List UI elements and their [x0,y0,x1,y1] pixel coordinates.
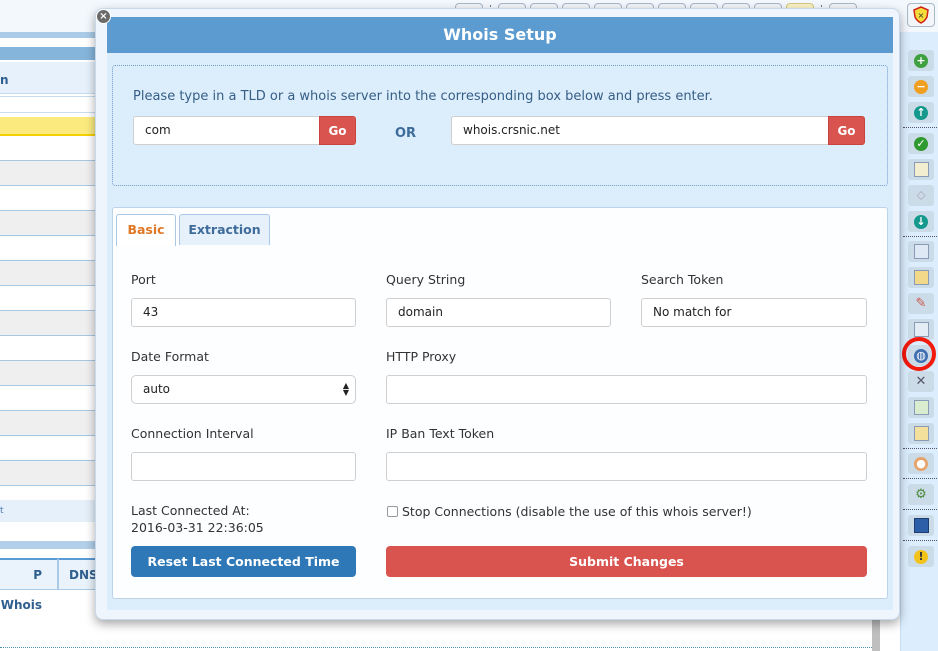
table-row[interactable] [0,386,106,411]
gear-check-icon[interactable]: ⚙ [908,484,934,505]
port-label: Port [131,272,156,287]
date-format-select[interactable]: auto ▲ ▼ [131,375,356,404]
table-row[interactable] [0,336,106,361]
sidebar-separator [903,540,937,541]
table-row[interactable] [0,117,106,136]
table-row[interactable] [0,161,106,186]
table-row[interactable] [0,436,106,461]
grid-footer: t [0,500,106,522]
screen: n › t P Whois DNS ☰ ▦ ▣ ◍ ▭ ⚲ ✎ ○ ▭ ▭ [0,0,938,651]
or-label: OR [395,126,417,141]
table-row[interactable] [0,286,106,311]
sidebar-separator [903,509,937,510]
warning-lock-icon[interactable]: ! [908,546,934,567]
http-proxy-label: HTTP Proxy [386,349,457,364]
table-row[interactable] [0,136,106,161]
annotation-circle [902,337,936,371]
up-icon[interactable]: ↑ [908,102,934,123]
tab-ip-whois[interactable]: P Whois [0,558,58,612]
sidebar-separator [903,236,937,237]
clipboard-check-icon[interactable] [908,423,934,444]
submit-changes-button[interactable]: Submit Changes [386,546,867,577]
svg-text:×: × [918,11,925,20]
reset-last-connected-button[interactable]: Reset Last Connected Time [131,546,356,577]
http-proxy-input[interactable] [386,375,867,404]
palette-icon[interactable]: ● [908,453,934,474]
date-format-label: Date Format [131,349,209,364]
whois-server-input[interactable]: whois.crsnic.net [451,116,831,145]
check-icon[interactable]: ✓ [908,133,934,154]
query-string-label: Query String [386,272,466,287]
table-row[interactable] [0,236,106,261]
add-table-icon[interactable] [908,241,934,262]
sidebar-separator [903,127,937,128]
connection-interval-label: Connection Interval [131,426,254,441]
table-row[interactable] [0,411,106,436]
shield-icon: × [913,6,929,24]
grid-rows [0,117,106,486]
search-token-label: Search Token [641,272,724,287]
close-icon[interactable]: × [96,9,111,24]
bottom-tab-bar: P Whois DNS [0,558,109,612]
ip-ban-text-token-label: IP Ban Text Token [386,426,495,441]
tools-icon[interactable]: ✕ [908,371,934,392]
last-connected-label: Last Connected At: [131,503,250,518]
grid-divider [0,541,106,549]
dialog-title: Whois Setup [107,17,893,53]
stop-connections-checkbox[interactable] [387,506,398,517]
settings-doc-icon[interactable] [908,159,934,180]
connection-interval-input[interactable] [131,452,356,481]
query-string-input[interactable]: domain [386,298,611,327]
table-row[interactable] [0,311,106,336]
tag-icon[interactable]: ⬦ [908,185,934,206]
table-row[interactable] [0,211,106,236]
column-header-label: n [0,73,9,87]
select-arrows-icon: ▲ ▼ [342,381,349,397]
grid-footer-text: t [0,506,4,516]
stop-connections-label[interactable]: Stop Connections (disable the use of thi… [402,504,752,519]
table-row[interactable] [0,361,106,386]
tab-basic[interactable]: Basic [116,214,176,246]
shield-button[interactable]: × [907,3,935,27]
table-row[interactable] [0,186,106,211]
server-go-button[interactable]: Go [828,116,865,145]
book-icon[interactable] [908,515,934,536]
id-check-icon[interactable] [908,397,934,418]
grid-filter-input[interactable] [0,96,100,113]
tld-go-button[interactable]: Go [319,116,356,145]
search-token-input[interactable]: No match for [641,298,867,327]
sidebar-separator [903,448,937,449]
divider [0,647,880,648]
remove-icon[interactable]: − [908,76,934,97]
lookup-instruction: Please type in a TLD or a whois server i… [133,89,713,104]
add-icon[interactable]: + [908,50,934,71]
sidebar-separator [903,478,937,479]
table-row[interactable] [0,461,106,486]
grid-column-header[interactable]: n [0,62,106,94]
edit-settings-icon[interactable]: ✎ [908,293,934,314]
tld-input[interactable]: com [133,116,321,145]
date-format-value: auto [143,382,171,396]
port-input[interactable]: 43 [131,298,356,327]
folder-settings-icon[interactable] [908,267,934,288]
tab-extraction[interactable]: Extraction [179,214,270,245]
last-connected-value: 2016-03-31 22:36:05 [131,520,264,535]
ip-ban-text-token-input[interactable] [386,452,867,481]
table-row[interactable] [0,261,106,286]
down-icon[interactable]: ↓ [908,211,934,232]
